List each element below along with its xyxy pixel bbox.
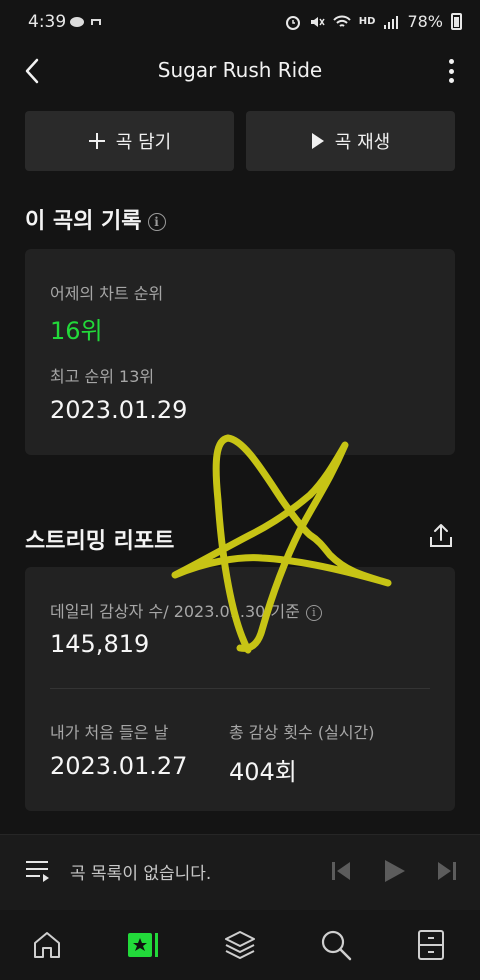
skip-previous-icon (332, 862, 350, 880)
skip-next-icon (438, 862, 456, 880)
report-section-title: 스트리밍 리포트 (25, 529, 175, 554)
notification-icon (70, 17, 101, 27)
daily-listeners-value: 145,819 (50, 630, 150, 658)
total-plays-label: 총 감상 횟수 (실시간) (229, 723, 375, 742)
first-listen-label: 내가 처음 들은 날 (50, 723, 169, 742)
add-song-label: 곡 담기 (115, 132, 172, 153)
more-dot (448, 68, 454, 74)
search-icon (321, 930, 352, 961)
divider (50, 688, 430, 689)
yesterday-rank-value: 16위 (50, 317, 103, 345)
play-song-label: 곡 재생 (334, 132, 391, 153)
wifi-icon (333, 15, 351, 27)
first-listen-value: 2023.01.27 (50, 752, 188, 780)
next-button[interactable] (432, 857, 460, 885)
music-icon (128, 933, 158, 957)
share-icon (430, 524, 452, 547)
home-icon (34, 932, 60, 958)
play-icon (311, 133, 324, 149)
status-bar: 4:39 HD 78% (0, 0, 480, 44)
best-rank-label: 최고 순위 13위 (50, 367, 155, 386)
record-title-text: 이 곡의 기록 (25, 209, 142, 234)
nav-my-music[interactable] (126, 928, 160, 962)
notification-icons (70, 14, 110, 34)
more-dot (448, 78, 454, 83)
nav-library[interactable] (223, 928, 257, 962)
more-dot (448, 59, 454, 64)
playlist-button[interactable] (24, 857, 52, 885)
hd-voice-badge: HD (358, 15, 376, 27)
alarm-icon (285, 15, 300, 30)
play-song-button[interactable]: 곡 재생 (246, 111, 455, 171)
battery-icon (451, 13, 462, 30)
playlist-icon (26, 861, 49, 882)
daily-listeners-label: 데일리 감상자 수/ 2023.01.30 기준 i (50, 598, 322, 622)
best-rank-date: 2023.01.29 (50, 396, 188, 424)
plus-icon (88, 133, 105, 149)
mute-icon (310, 16, 325, 27)
play-icon (385, 860, 405, 882)
drawer-icon (418, 930, 444, 960)
signal-icon (384, 15, 399, 29)
page-title: Sugar Rush Ride (157, 58, 323, 82)
battery-percent: 78% (407, 12, 443, 31)
status-time: 4:39 (28, 12, 67, 32)
status-right-group: HD 78% (285, 12, 462, 31)
player-empty-text: 곡 목록이 없습니다. (70, 864, 212, 884)
nav-home[interactable] (30, 928, 64, 962)
share-button[interactable] (427, 522, 455, 550)
previous-button[interactable] (328, 857, 356, 885)
nav-search[interactable] (319, 928, 353, 962)
yesterday-rank-label: 어제의 차트 순위 (50, 284, 164, 303)
info-icon[interactable]: i (147, 213, 166, 231)
add-song-button[interactable]: 곡 담기 (25, 111, 234, 171)
info-icon[interactable]: i (305, 604, 322, 621)
library-icon (225, 931, 255, 960)
nav-drawer[interactable] (414, 928, 448, 962)
record-section-title: 이 곡의 기록 i (25, 203, 166, 235)
daily-listeners-label-text: 데일리 감상자 수/ 2023.01.30 기준 (50, 602, 300, 621)
total-plays-value: 404회 (229, 758, 297, 786)
more-options-button[interactable] (442, 56, 460, 86)
play-button[interactable] (380, 857, 408, 885)
